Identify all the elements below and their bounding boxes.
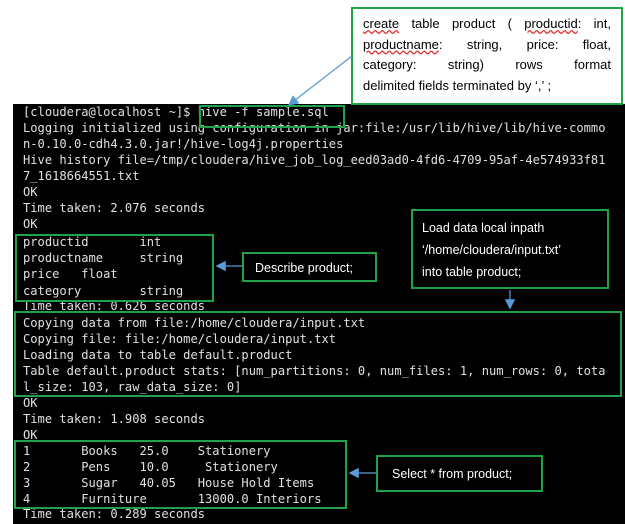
create-table-callout: create table product ( productid: int, p… — [351, 7, 623, 105]
load-data-line-2: ‘/home/cloudera/input.txt’ — [422, 243, 561, 257]
create-table-line-1: create table product ( productid: int, — [363, 14, 611, 35]
load-output-highlight-box — [14, 311, 622, 397]
terminal-line: OK — [23, 217, 38, 231]
terminal-line: Time taken: 0.289 seconds — [23, 507, 206, 521]
terminal-line: OK — [23, 185, 38, 199]
describe-callout-text: Describe product; — [255, 261, 353, 275]
select-callout: Select * from product; — [376, 455, 543, 492]
describe-output-highlight-box — [15, 234, 214, 302]
terminal-line: Time taken: 2.076 seconds — [23, 201, 206, 215]
create-table-line-4: delimited fields terminated by ‘,’ ; — [363, 77, 552, 93]
create-table-line-2-end: : string, price: float, — [438, 36, 611, 52]
command-highlight-box — [199, 105, 345, 128]
create-table-line-2: productname: string, price: float, — [363, 35, 611, 56]
terminal-line: 7_1618664551.txt — [23, 169, 140, 183]
select-callout-text: Select * from product; — [392, 467, 513, 481]
terminal-line: Time taken: 1.908 seconds — [23, 412, 206, 426]
create-table-line-1-end: : int, — [577, 16, 611, 31]
arrow-create-to-command — [287, 55, 353, 106]
create-table-line-3: category: string) rows format — [363, 57, 611, 72]
load-data-callout: Load data local inpath ‘/home/cloudera/i… — [411, 209, 609, 289]
terminal-line: OK — [23, 396, 38, 410]
load-data-line-1: Load data local inpath — [422, 221, 545, 235]
select-output-highlight-box — [14, 440, 347, 509]
productname-keyword: productname — [363, 36, 439, 52]
create-table-text: table product ( — [399, 16, 525, 31]
terminal-line: Hive history file=/tmp/cloudera/hive_job… — [23, 153, 606, 167]
describe-callout: Describe product; — [242, 252, 377, 282]
load-data-line-3: into table product; — [422, 265, 522, 279]
productid-keyword: productid — [524, 16, 578, 31]
terminal-line: n-0.10.0-cdh4.3.0.jar!/hive-log4j.proper… — [23, 137, 344, 151]
create-keyword: create — [363, 16, 400, 31]
